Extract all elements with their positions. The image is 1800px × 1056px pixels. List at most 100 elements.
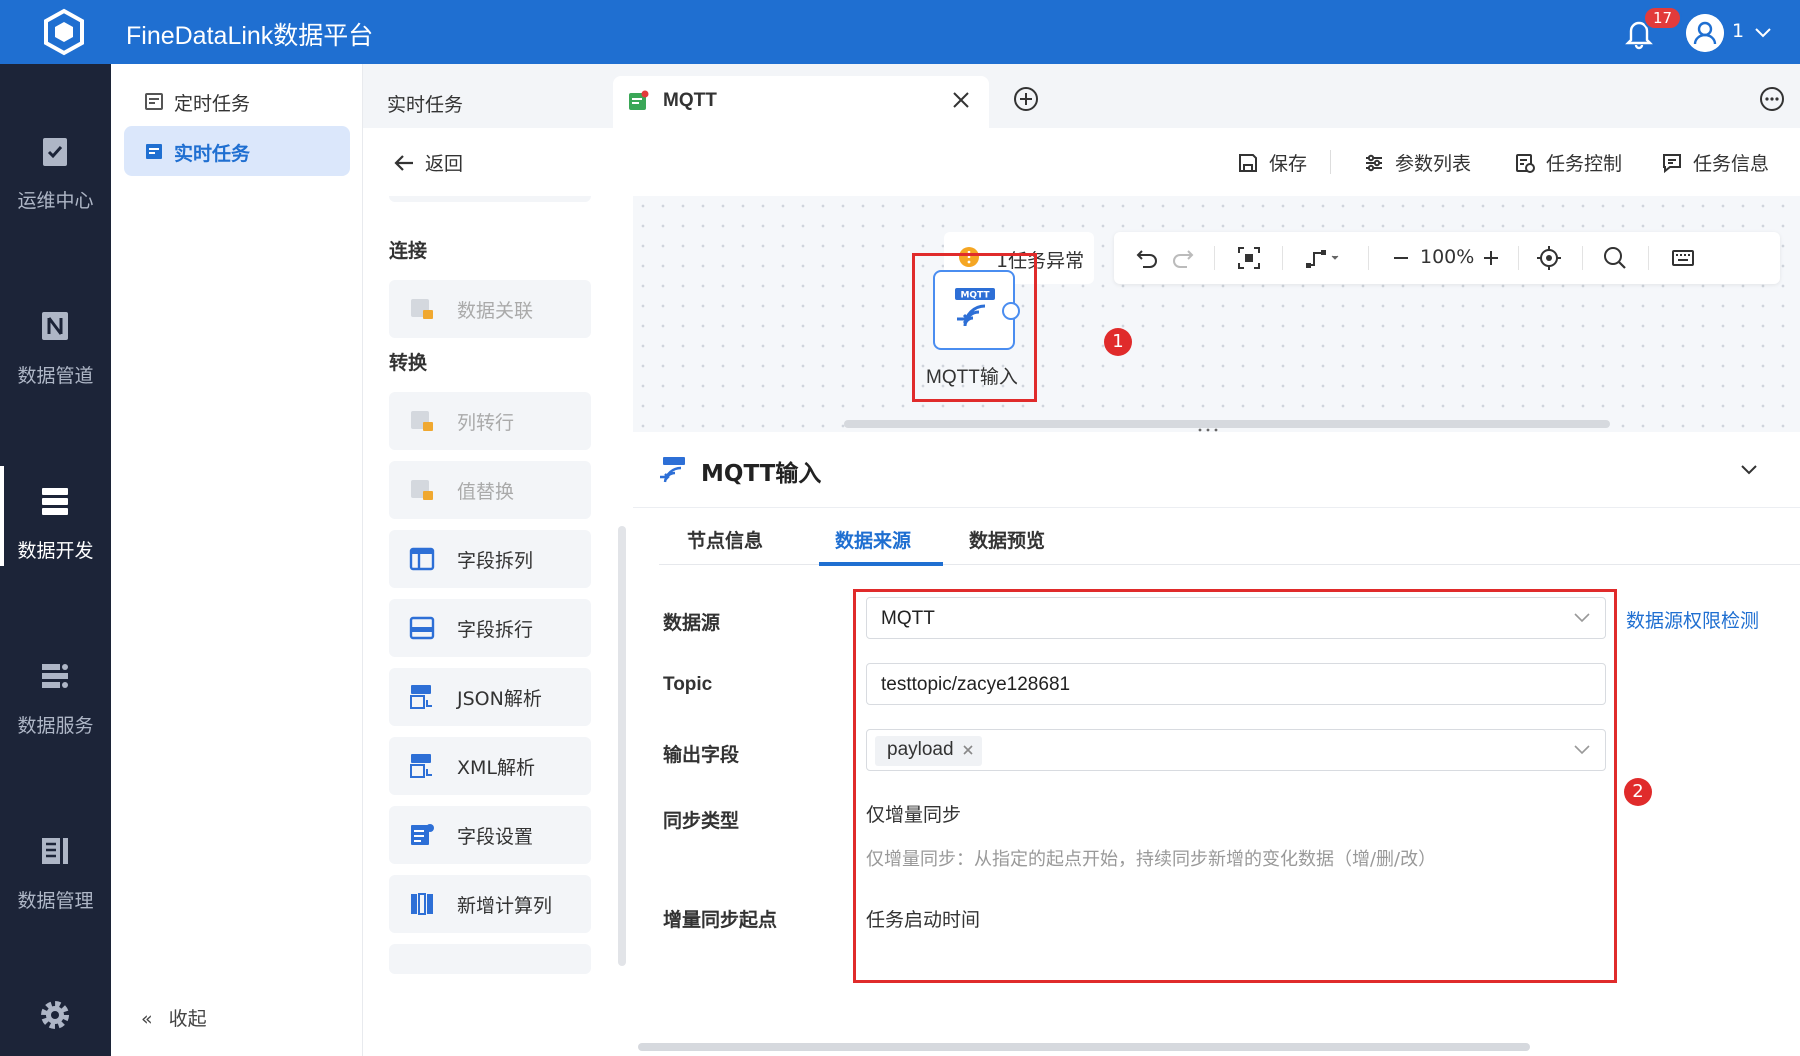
tab-mqtt[interactable]: MQTT — [613, 76, 989, 128]
connector-style-icon[interactable] — [1304, 245, 1344, 271]
palette-group-transform: 转换 — [389, 352, 428, 374]
sliders-icon — [1366, 154, 1382, 172]
fit-view-icon[interactable] — [1236, 245, 1262, 271]
locked-col-to-row-icon — [411, 411, 433, 431]
panel-scrollbar[interactable] — [638, 1043, 1530, 1051]
locate-icon[interactable] — [1536, 245, 1562, 271]
more-icon[interactable] — [1759, 86, 1785, 112]
editor-toolbar: 返回 保存 参数列表 任务控制 任务信息 — [363, 128, 1800, 196]
palette-item-label: 字段设置 — [457, 826, 534, 848]
palette-item-label: JSON解析 — [457, 688, 542, 710]
palette-item-data-join[interactable]: 数据关联 — [389, 280, 591, 338]
double-chevron-left-icon: « — [141, 1008, 153, 1030]
palette-item-xml-parse[interactable]: XML解析 — [389, 737, 591, 795]
back-button[interactable]: 返回 — [393, 149, 463, 176]
submenu-item-scheduled-task[interactable]: 定时任务 — [124, 76, 350, 126]
tab-bar: 实时任务 MQTT — [363, 64, 1800, 128]
user-name[interactable]: 1 — [1732, 20, 1744, 42]
task-info-label: 任务信息 — [1693, 153, 1770, 175]
add-tab-icon[interactable] — [1013, 86, 1039, 112]
palette-item-split-column[interactable]: 字段拆列 — [389, 530, 591, 588]
app-title: FineDataLink数据平台 — [126, 22, 374, 50]
palette-item-label: 数据关联 — [457, 300, 534, 322]
palette-item-split-row[interactable]: 字段拆行 — [389, 599, 591, 657]
nav-label: 数据管道 — [17, 365, 94, 387]
palette-scrollbar[interactable] — [618, 526, 626, 966]
close-icon[interactable] — [949, 88, 973, 112]
tab-data-preview[interactable]: 数据预览 — [969, 526, 1045, 553]
palette-item-value-replace[interactable]: 值替换 — [389, 461, 591, 519]
output-fields-label: 输出字段 — [663, 744, 740, 766]
palette-item-label: 新增计算列 — [457, 895, 553, 917]
annotation-number-1: 1 — [1104, 328, 1132, 356]
submenu-label: 实时任务 — [174, 143, 251, 165]
palette-item-label: 列转行 — [457, 412, 515, 434]
palette-item-label: 字段拆行 — [457, 619, 534, 641]
palette-item-field-settings[interactable]: 字段设置 — [389, 806, 591, 864]
toolbar-divider — [1368, 246, 1369, 270]
keyboard-icon[interactable] — [1670, 245, 1696, 271]
submenu-item-realtime-task[interactable]: 实时任务 — [124, 126, 350, 176]
search-icon[interactable] — [1602, 245, 1628, 271]
palette-item-label: 值替换 — [457, 481, 515, 503]
datasource-permission-check-link[interactable]: 数据源权限检测 — [1626, 606, 1759, 633]
palette-group-connect: 连接 — [389, 240, 428, 262]
nav-label: 数据开发 — [17, 540, 94, 562]
split-row-icon — [409, 616, 435, 640]
palette-item-json-parse[interactable]: JSON解析 — [389, 668, 591, 726]
settings-gear-icon[interactable] — [38, 998, 72, 1032]
chevron-down-icon[interactable] — [1739, 462, 1759, 478]
add-column-icon — [411, 893, 433, 915]
task-control-icon — [1516, 154, 1535, 173]
toolbar-divider — [1214, 246, 1215, 270]
param-list-button[interactable]: 参数列表 — [1363, 149, 1471, 176]
calendar-task-icon — [145, 93, 163, 110]
palette-item-add-calc-column[interactable]: 新增计算列 — [389, 875, 591, 933]
realtime-task-icon — [146, 144, 162, 159]
sub-menu: 定时任务 实时任务 « 收起 — [111, 64, 363, 1056]
palette-item-col-to-row[interactable]: 列转行 — [389, 392, 591, 450]
nav-item-data-dev[interactable]: 数据开发 — [0, 454, 111, 574]
user-avatar-icon[interactable] — [1686, 14, 1724, 52]
tab-realtime-tasks[interactable]: 实时任务 — [387, 76, 463, 128]
nav-item-data-pipeline[interactable]: 数据管道 — [0, 279, 111, 399]
nav-item-ops-center[interactable]: 运维中心 — [0, 104, 111, 224]
tab-data-source[interactable]: 数据来源 — [835, 526, 911, 553]
task-info-icon — [1663, 154, 1681, 174]
zoom-out-icon[interactable] — [1388, 245, 1414, 271]
param-list-label: 参数列表 — [1395, 153, 1472, 175]
server-stack-icon — [42, 488, 68, 515]
palette-item-partial — [389, 196, 591, 202]
clipboard-check-icon — [43, 138, 67, 166]
properties-title: MQTT输入 — [701, 461, 822, 487]
chevron-down-icon[interactable] — [1753, 24, 1773, 40]
redo-icon[interactable] — [1170, 245, 1196, 271]
canvas-scrollbar[interactable] — [844, 420, 1610, 428]
toolbar-divider — [1518, 246, 1519, 270]
arrow-left-icon — [394, 155, 413, 171]
field-settings-icon — [411, 824, 434, 845]
task-tab-icon — [629, 90, 649, 110]
tab-node-info[interactable]: 节点信息 — [687, 526, 763, 553]
sync-type-label: 同步类型 — [663, 810, 740, 832]
task-info-button[interactable]: 任务信息 — [1661, 149, 1769, 176]
toolbar-divider — [1648, 246, 1649, 270]
api-service-icon — [42, 664, 68, 688]
annotation-number-2: 2 — [1624, 778, 1652, 806]
palette-item-label: 字段拆列 — [457, 550, 534, 572]
zoom-in-icon[interactable] — [1478, 245, 1504, 271]
app-logo-icon — [44, 8, 84, 56]
locked-replace-icon — [411, 480, 433, 500]
toolbar-divider — [1582, 246, 1583, 270]
back-label: 返回 — [425, 153, 464, 175]
nav-item-data-manage[interactable]: 数据管理 — [0, 804, 111, 924]
highlight-box-1 — [912, 253, 1037, 402]
nav-item-data-service[interactable]: 数据服务 — [0, 629, 111, 749]
tab-label: MQTT — [663, 90, 717, 111]
undo-icon[interactable] — [1134, 245, 1160, 271]
zoom-level: 100% — [1420, 246, 1475, 268]
collapse-button[interactable]: « 收起 — [141, 1004, 207, 1031]
task-control-button[interactable]: 任务控制 — [1514, 149, 1622, 176]
save-button[interactable]: 保存 — [1237, 149, 1307, 176]
notification-badge: 17 — [1643, 6, 1683, 30]
